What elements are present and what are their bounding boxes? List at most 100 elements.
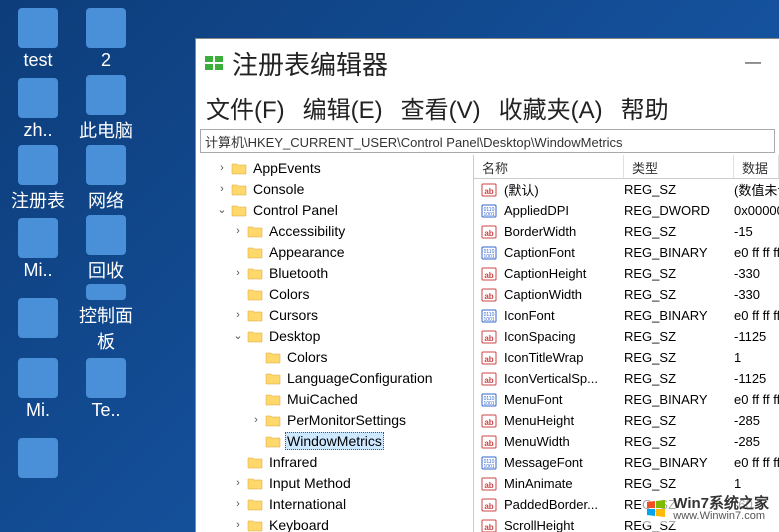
- value-row[interactable]: abCaptionWidthREG_SZ-330: [474, 284, 779, 305]
- menu-file[interactable]: 文件(F): [200, 88, 291, 127]
- chevron-right-icon[interactable]: ›: [230, 267, 246, 279]
- value-row[interactable]: abIconTitleWrapREG_SZ1: [474, 347, 779, 368]
- tree-item[interactable]: › AppEvents: [196, 157, 473, 178]
- desktop-icon[interactable]: Te..: [72, 354, 140, 424]
- value-row[interactable]: abMenuWidthREG_SZ-285: [474, 431, 779, 452]
- chevron-down-icon[interactable]: ⌄: [214, 203, 230, 216]
- address-text: 计算机\HKEY_CURRENT_USER\Control Panel\Desk…: [205, 132, 623, 151]
- chevron-right-icon[interactable]: ›: [230, 498, 246, 510]
- tree-item-label: International: [267, 496, 348, 512]
- binary-value-icon: 01101001: [478, 203, 500, 219]
- chevron-right-icon[interactable]: ›: [214, 183, 230, 195]
- tree-item-label: PerMonitorSettings: [285, 412, 408, 428]
- tree-item[interactable]: ›Keyboard: [196, 514, 473, 532]
- titlebar[interactable]: 注册表编辑器 —: [196, 39, 779, 87]
- desktop-icon[interactable]: zh..: [4, 74, 72, 144]
- chevron-right-icon[interactable]: ›: [214, 162, 230, 174]
- value-data: -330: [734, 266, 779, 281]
- window-title: 注册表编辑器: [232, 45, 733, 82]
- folder-icon: [246, 265, 264, 281]
- tree-item[interactable]: ›Console: [196, 178, 473, 199]
- value-data: (数值未设: [734, 180, 779, 199]
- tree-item[interactable]: LanguageConfiguration: [196, 367, 473, 388]
- value-name: (默认): [504, 180, 624, 199]
- tree-item[interactable]: MuiCached: [196, 388, 473, 409]
- value-row[interactable]: 01101001MessageFontREG_BINARYe0 ff ff ff: [474, 452, 779, 473]
- value-row[interactable]: abIconVerticalSp...REG_SZ-1125: [474, 368, 779, 389]
- desktop-icon[interactable]: 网络: [72, 144, 140, 214]
- chevron-right-icon[interactable]: ›: [248, 414, 264, 426]
- tree-item[interactable]: ⌄Desktop: [196, 325, 473, 346]
- desktop-icon[interactable]: 此电脑: [72, 74, 140, 144]
- tree-item[interactable]: ›Cursors: [196, 304, 473, 325]
- desktop-icon-glyph: [86, 358, 126, 398]
- tree-item[interactable]: Appearance: [196, 241, 473, 262]
- svg-text:ab: ab: [484, 481, 493, 490]
- value-name: IconFont: [504, 308, 624, 323]
- minimize-button[interactable]: —: [733, 54, 773, 72]
- value-name: IconVerticalSp...: [504, 371, 624, 386]
- desktop-icon[interactable]: 回收: [72, 214, 140, 284]
- chevron-down-icon[interactable]: ⌄: [230, 329, 246, 342]
- tree-item[interactable]: ›Bluetooth: [196, 262, 473, 283]
- tree-item[interactable]: ⌄Control Panel: [196, 199, 473, 220]
- chevron-right-icon[interactable]: ›: [230, 519, 246, 531]
- desktop-icon[interactable]: 注册表: [4, 144, 72, 214]
- tree-item[interactable]: ›Accessibility: [196, 220, 473, 241]
- tree-item-label: AppEvents: [251, 160, 323, 176]
- tree-item[interactable]: Colors: [196, 283, 473, 304]
- list-body[interactable]: ab(默认)REG_SZ(数值未设01101001AppliedDPIREG_D…: [474, 179, 779, 532]
- desktop-icon-glyph: [18, 438, 58, 478]
- tree-item[interactable]: Colors: [196, 346, 473, 367]
- string-value-icon: ab: [478, 497, 500, 513]
- menu-help[interactable]: 帮助: [615, 88, 675, 127]
- chevron-right-icon[interactable]: ›: [230, 477, 246, 489]
- menu-edit[interactable]: 编辑(E): [297, 88, 389, 127]
- value-row[interactable]: abMinAnimateREG_SZ1: [474, 473, 779, 494]
- folder-icon: [246, 244, 264, 260]
- tree-item-label: Colors: [267, 286, 311, 302]
- value-row[interactable]: abCaptionHeightREG_SZ-330: [474, 263, 779, 284]
- value-row[interactable]: abBorderWidthREG_SZ-15: [474, 221, 779, 242]
- value-name: IconSpacing: [504, 329, 624, 344]
- value-data: 1: [734, 476, 779, 491]
- folder-icon: [230, 160, 248, 176]
- value-row[interactable]: abIconSpacingREG_SZ-1125: [474, 326, 779, 347]
- folder-icon: [264, 391, 282, 407]
- desktop-icon[interactable]: test: [4, 4, 72, 74]
- tree-item[interactable]: › International: [196, 493, 473, 514]
- desktop-icon-glyph: [18, 218, 58, 258]
- desktop-icon[interactable]: Mi..: [4, 214, 72, 284]
- value-row[interactable]: 01101001MenuFontREG_BINARYe0 ff ff ff: [474, 389, 779, 410]
- address-bar[interactable]: 计算机\HKEY_CURRENT_USER\Control Panel\Desk…: [200, 129, 775, 153]
- header-name[interactable]: 名称: [474, 155, 624, 178]
- value-type: REG_SZ: [624, 434, 734, 449]
- desktop-icon[interactable]: 2: [72, 4, 140, 74]
- tree-item[interactable]: › Input Method: [196, 472, 473, 493]
- desktop-icon[interactable]: [4, 284, 72, 354]
- tree-item[interactable]: Infrared: [196, 451, 473, 472]
- svg-text:ab: ab: [484, 418, 493, 427]
- svg-text:ab: ab: [484, 502, 493, 511]
- menu-favorites[interactable]: 收藏夹(A): [493, 88, 609, 127]
- value-row[interactable]: 01101001AppliedDPIREG_DWORD0x00000: [474, 200, 779, 221]
- tree-item-label: Input Method: [267, 475, 353, 491]
- value-row[interactable]: 01101001IconFontREG_BINARYe0 ff ff ff: [474, 305, 779, 326]
- tree-item[interactable]: › PerMonitorSettings: [196, 409, 473, 430]
- menu-view[interactable]: 查看(V): [395, 88, 487, 127]
- chevron-right-icon[interactable]: ›: [230, 309, 246, 321]
- tree-item[interactable]: WindowMetrics: [196, 430, 473, 451]
- value-row[interactable]: abMenuHeightREG_SZ-285: [474, 410, 779, 431]
- header-type[interactable]: 类型: [624, 155, 734, 178]
- value-row[interactable]: ab(默认)REG_SZ(数值未设: [474, 179, 779, 200]
- desktop-icon[interactable]: Mi.: [4, 354, 72, 424]
- value-row[interactable]: 01101001CaptionFontREG_BINARYe0 ff ff ff: [474, 242, 779, 263]
- binary-value-icon: 01101001: [478, 308, 500, 324]
- desktop-icon[interactable]: 控制面板: [72, 284, 140, 354]
- desktop-icon[interactable]: [4, 424, 72, 494]
- tree-pane[interactable]: › AppEvents ›Console⌄Control Panel›Accessi…: [196, 155, 474, 532]
- desktop-icon-glyph: [18, 145, 58, 185]
- header-data[interactable]: 数据: [734, 155, 779, 178]
- desktop-icon-label: test: [23, 50, 52, 71]
- chevron-right-icon[interactable]: ›: [230, 225, 246, 237]
